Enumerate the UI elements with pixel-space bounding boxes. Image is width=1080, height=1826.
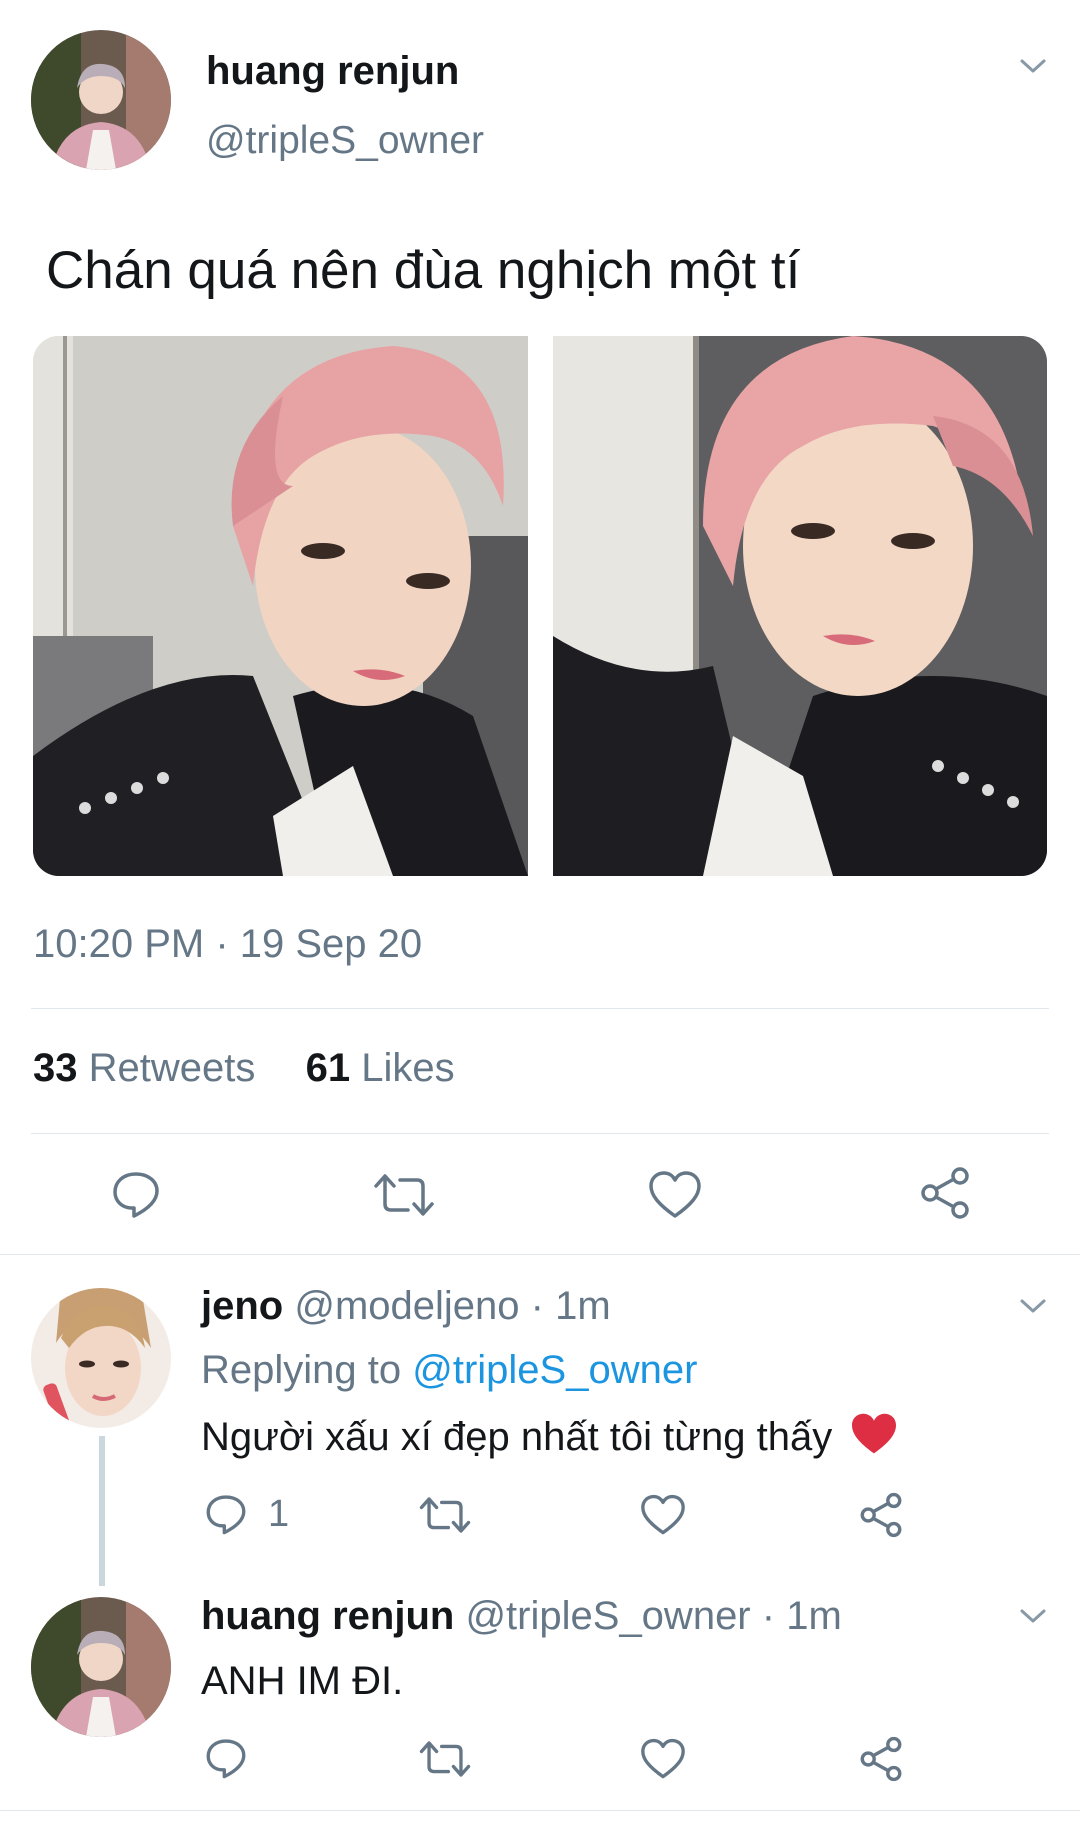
reply-text-body: Người xấu xí đẹp nhất tôi từng thấy (201, 1415, 833, 1459)
divider (0, 1254, 1080, 1255)
chevron-down-icon[interactable] (1018, 1606, 1048, 1626)
retweet-icon[interactable] (418, 1738, 472, 1780)
retweet-label[interactable]: Retweets (89, 1046, 256, 1090)
tweet-photo-1[interactable] (33, 336, 528, 876)
retweet-count[interactable]: 33 (33, 1046, 78, 1090)
reply-time[interactable]: · 1m (762, 1594, 842, 1638)
comment-icon[interactable] (204, 1492, 248, 1536)
share-icon[interactable] (858, 1736, 904, 1782)
share-icon[interactable] (858, 1492, 904, 1538)
reply-text: Người xấu xí đẹp nhất tôi từng thấy (201, 1412, 899, 1468)
divider (31, 1133, 1049, 1134)
reply-count: 1 (268, 1493, 290, 1535)
tweet-stats: 33 Retweets 61 Likes (33, 1044, 455, 1092)
thread-line (99, 1436, 105, 1586)
heart-icon[interactable] (640, 1738, 686, 1780)
replying-to-label: Replying to (201, 1348, 402, 1392)
author-avatar[interactable] (31, 30, 171, 170)
like-label[interactable]: Likes (361, 1046, 454, 1090)
reply-author-handle[interactable]: @modeljeno (294, 1284, 519, 1328)
tweet-text: Chán quá nên đùa nghịch một tí (46, 241, 801, 300)
tweet-photo-2[interactable] (553, 336, 1047, 876)
comment-icon[interactable] (204, 1736, 248, 1780)
author-name[interactable]: huang renjun (206, 48, 459, 94)
comment-icon[interactable] (110, 1168, 162, 1220)
author-handle[interactable]: @tripleS_owner (206, 118, 484, 164)
tweet-timestamp[interactable]: 10:20 PM · 19 Sep 20 (33, 920, 422, 968)
chevron-down-icon[interactable] (1018, 1296, 1048, 1316)
replying-to: Replying to @tripleS_owner (201, 1346, 697, 1394)
reply-time[interactable]: · 1m (531, 1284, 611, 1328)
like-count[interactable]: 61 (306, 1046, 351, 1090)
retweet-icon[interactable] (418, 1494, 472, 1536)
chevron-down-icon[interactable] (1018, 56, 1048, 76)
reply-header: huang renjun @tripleS_owner · 1m (201, 1592, 842, 1640)
reply-avatar[interactable] (31, 1597, 171, 1737)
heart-emoji (849, 1412, 899, 1468)
reply-author-handle[interactable]: @tripleS_owner (465, 1594, 750, 1638)
heart-icon[interactable] (648, 1170, 702, 1220)
divider (31, 1008, 1049, 1009)
reply-text: ANH IM ĐI. (201, 1659, 404, 1703)
divider (0, 1810, 1080, 1811)
share-icon[interactable] (918, 1166, 972, 1220)
reply-header: jeno @modeljeno · 1m (201, 1282, 611, 1330)
reply-author-name[interactable]: jeno (201, 1284, 283, 1328)
replying-to-handle[interactable]: @tripleS_owner (412, 1348, 697, 1392)
heart-icon[interactable] (640, 1494, 686, 1536)
reply-author-name[interactable]: huang renjun (201, 1594, 454, 1638)
retweet-icon[interactable] (372, 1170, 436, 1220)
reply-avatar[interactable] (31, 1288, 171, 1428)
